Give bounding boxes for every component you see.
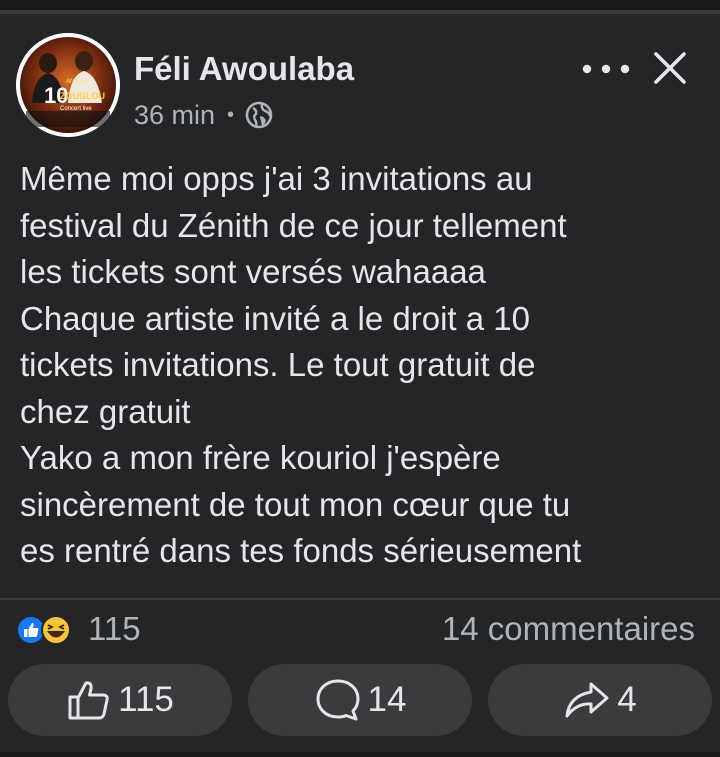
post-text-line: Même moi opps j'ai 3 invitations au xyxy=(20,160,533,197)
post-body: Même moi opps j'ai 3 invitations au fest… xyxy=(20,156,710,575)
like-button[interactable]: 115 xyxy=(8,664,232,736)
share-count: 4 xyxy=(617,680,637,719)
thumbs-up-icon xyxy=(68,681,109,720)
post-text-line: sincèrement de tout mon cœur que tu xyxy=(20,485,571,523)
like-count: 115 xyxy=(118,680,174,719)
post-text-line: les tickets sont versés wahaaaa xyxy=(20,253,486,290)
globe-icon xyxy=(245,101,273,129)
post-text-line: Chaque artiste invité a le droit a 10 xyxy=(20,299,530,337)
more-options-icon[interactable] xyxy=(580,54,632,84)
meta-separator: • xyxy=(227,103,235,126)
reaction-icons[interactable] xyxy=(14,614,86,646)
comment-button[interactable]: 14 xyxy=(248,664,472,736)
avatar-text-line3: ZOUGLOU xyxy=(60,91,105,101)
share-arrow-icon xyxy=(565,682,609,718)
comment-count: 14 xyxy=(367,680,407,719)
avatar[interactable]: ANS de 10 ZOUGLOU Concert live xyxy=(16,33,120,137)
bottom-bar xyxy=(0,752,720,757)
post-text-line: festival du Zénith de ce jour tellement xyxy=(20,206,567,244)
post-time[interactable]: 36 min xyxy=(134,100,215,131)
post-meta: 36 min • xyxy=(134,98,274,132)
avatar-text-line1: ANS de xyxy=(66,79,87,85)
like-icon xyxy=(16,615,46,645)
post-author[interactable]: Féli Awoulaba xyxy=(134,50,354,88)
post-text-line: Yako a mon frère kouriol j'espère xyxy=(20,439,501,476)
close-icon[interactable] xyxy=(652,50,688,86)
post-text-line: tickets invitations. Le tout gratuit de xyxy=(20,346,536,383)
top-divider xyxy=(0,10,720,14)
avatar-text-line4: Concert live xyxy=(60,106,92,112)
post-text-line: es rentré dans tes fonds sérieusement xyxy=(20,532,582,569)
comments-count-link[interactable]: 14 commentaires xyxy=(442,610,695,648)
divider xyxy=(0,598,720,600)
reactions-count[interactable]: 115 xyxy=(88,610,141,648)
post-text-line: chez gratuit xyxy=(20,392,191,430)
comment-bubble-icon xyxy=(316,679,360,721)
laugh-emoji-icon xyxy=(41,615,71,645)
top-bar xyxy=(0,0,720,10)
share-button[interactable]: 4 xyxy=(488,664,712,736)
